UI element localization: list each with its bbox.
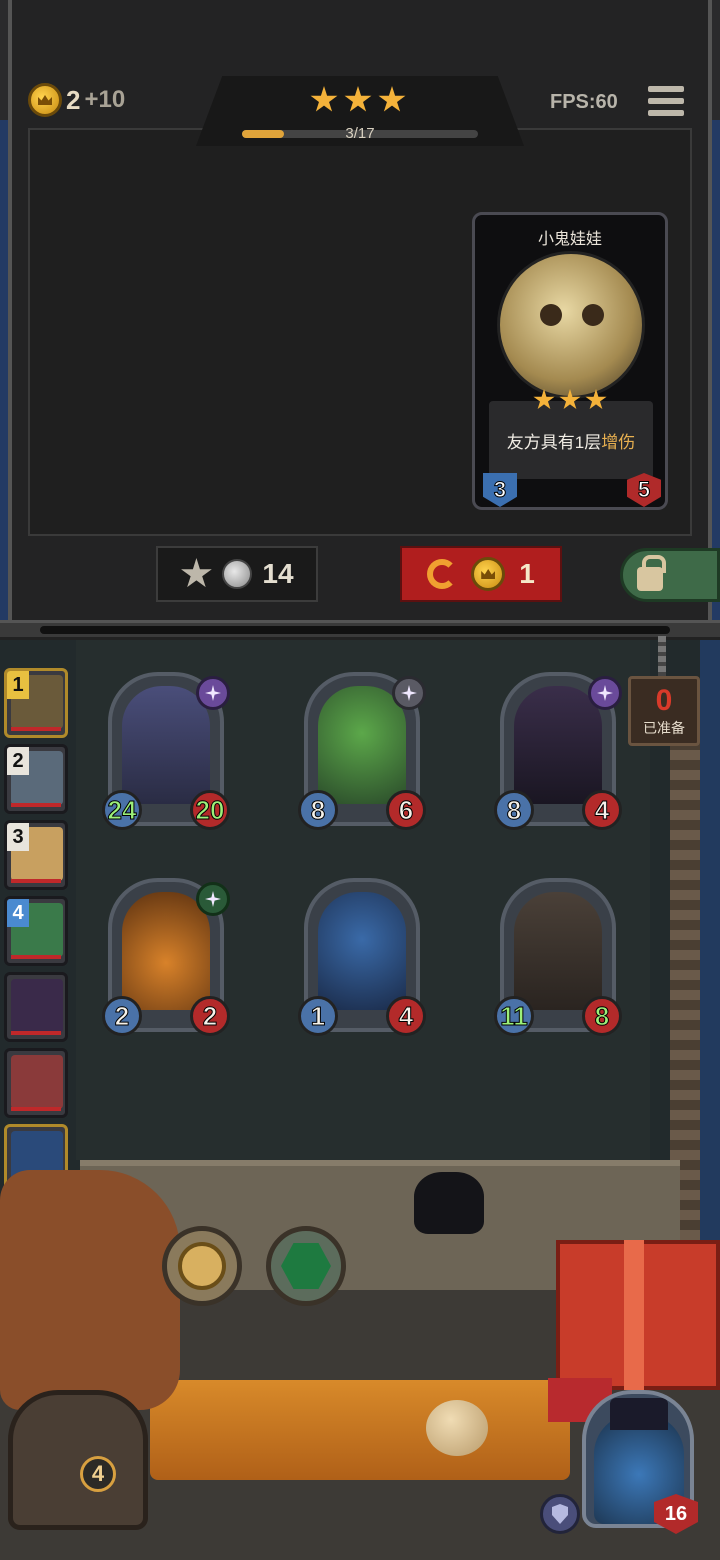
gold-display: 2 +10: [28, 80, 125, 120]
star-icon: [310, 86, 338, 112]
shop-card-name: 小鬼娃娃: [537, 231, 602, 248]
refresh-cost: 1: [519, 558, 535, 589]
gold-coin-icon: [471, 557, 506, 591]
gold-income: +10: [84, 86, 126, 113]
roster-item[interactable]: [4, 972, 68, 1042]
hexagon-token-icon: [281, 1243, 331, 1289]
star-icon: [559, 389, 581, 410]
carpet: [150, 1380, 570, 1480]
star-icon: [344, 86, 372, 112]
board-unit[interactable]: 24 20: [102, 672, 230, 830]
attack-stat: 2: [102, 996, 142, 1036]
chest-count: 4: [80, 1456, 116, 1492]
upgrade-tier-button[interactable]: 14: [156, 546, 318, 602]
description-text: 友方具有1层: [506, 432, 602, 452]
health-stat: 5: [627, 473, 661, 507]
board-unit[interactable]: 11 8: [494, 878, 622, 1036]
tier-stars: [310, 86, 406, 114]
top-hat-icon: [610, 1398, 668, 1430]
roster-portrait: [11, 1055, 63, 1109]
attack-stat: 8: [298, 790, 338, 830]
swirl-icon: [196, 882, 230, 916]
star-icon: [533, 389, 555, 410]
sparkle-icon: [196, 676, 230, 710]
gift-ribbon: [624, 1240, 644, 1390]
health-stat: 2: [190, 996, 230, 1036]
unit-portrait: [514, 892, 602, 1010]
shop-panel: 2 +10 3/17 FPS:60 小鬼娃娃 友方具有1层增伤 3 5 14: [0, 0, 720, 650]
board-unit[interactable]: 8 4: [494, 672, 622, 830]
board-unit[interactable]: 1 4: [298, 878, 426, 1036]
attack-stat: 24: [102, 790, 142, 830]
star-upgrade-icon: [181, 558, 212, 588]
ready-counter: 0 已准备: [628, 676, 700, 746]
unit-portrait: [318, 686, 406, 804]
black-cat-decoration: [414, 1172, 484, 1234]
roster-item[interactable]: 2: [4, 744, 68, 814]
shop-card-description: 友方具有1层 增伤: [489, 401, 653, 479]
shop-scrollbar[interactable]: [40, 626, 670, 634]
voodoo-doll-portrait: [497, 251, 645, 399]
roster-item[interactable]: [4, 1048, 68, 1118]
rocking-horse-decoration: [0, 1170, 180, 1410]
unit-portrait: [318, 892, 406, 1010]
roster-rank: 1: [7, 671, 29, 699]
ready-label: 已准备: [643, 720, 685, 736]
gold-amount: 2: [66, 84, 81, 115]
attack-stat: 11: [494, 996, 534, 1036]
chain: [658, 636, 666, 678]
green-token-slot[interactable]: [266, 1226, 346, 1306]
tier-progress-text: 3/17: [345, 125, 375, 142]
shop-unit-card[interactable]: 小鬼娃娃 友方具有1层 增伤 3 5: [472, 212, 668, 510]
lock-shop-button[interactable]: [620, 548, 720, 602]
sparkle-icon: [588, 676, 622, 710]
menu-icon: [648, 86, 684, 92]
roster-item[interactable]: 4: [4, 896, 68, 966]
description-keyword: 增伤: [601, 432, 636, 452]
background-right: [700, 640, 720, 1240]
health-stat: 20: [190, 790, 230, 830]
health-stat: 8: [582, 996, 622, 1036]
health-stat: 4: [582, 790, 622, 830]
menu-button[interactable]: [648, 86, 684, 116]
roster-portrait: [11, 979, 63, 1033]
health-stat: 6: [386, 790, 426, 830]
ready-count: 0: [655, 684, 673, 717]
roster-rank: 3: [7, 823, 29, 851]
attack-stat: 8: [494, 790, 534, 830]
gold-coin-icon: [28, 83, 62, 117]
refresh-shop-button[interactable]: 1: [400, 546, 562, 602]
flame-icon: [392, 676, 426, 710]
attack-stat: 3: [483, 473, 517, 507]
unit-portrait: [514, 686, 602, 804]
board-unit[interactable]: 2 2: [102, 878, 230, 1036]
health-stat: 4: [386, 996, 426, 1036]
roster-item[interactable]: 1: [4, 668, 68, 738]
board-unit[interactable]: 8 6: [298, 672, 426, 830]
refresh-icon: [427, 559, 458, 589]
fps-counter: FPS:60: [550, 91, 618, 113]
upgrade-cost: 14: [262, 558, 294, 589]
unit-portrait: [122, 686, 210, 804]
tier-progress-fill: [242, 130, 285, 138]
background-left-edge: [0, 120, 8, 640]
gold-token-icon: [178, 1242, 226, 1290]
shop-card-stars: [533, 389, 607, 411]
chest-button[interactable]: [8, 1390, 148, 1530]
attack-stat: 1: [298, 996, 338, 1036]
roster-item[interactable]: 3: [4, 820, 68, 890]
lock-icon: [637, 555, 666, 591]
silver-coin-icon: [222, 559, 253, 589]
gold-token-slot[interactable]: [162, 1226, 242, 1306]
unit-portrait: [122, 892, 210, 1010]
shield-icon: [540, 1494, 580, 1534]
star-icon: [585, 389, 607, 410]
roster-rank: 4: [7, 899, 29, 927]
yarn-ball-decoration: [426, 1400, 488, 1456]
roster-rank: 2: [7, 747, 29, 775]
star-icon: [378, 86, 406, 112]
